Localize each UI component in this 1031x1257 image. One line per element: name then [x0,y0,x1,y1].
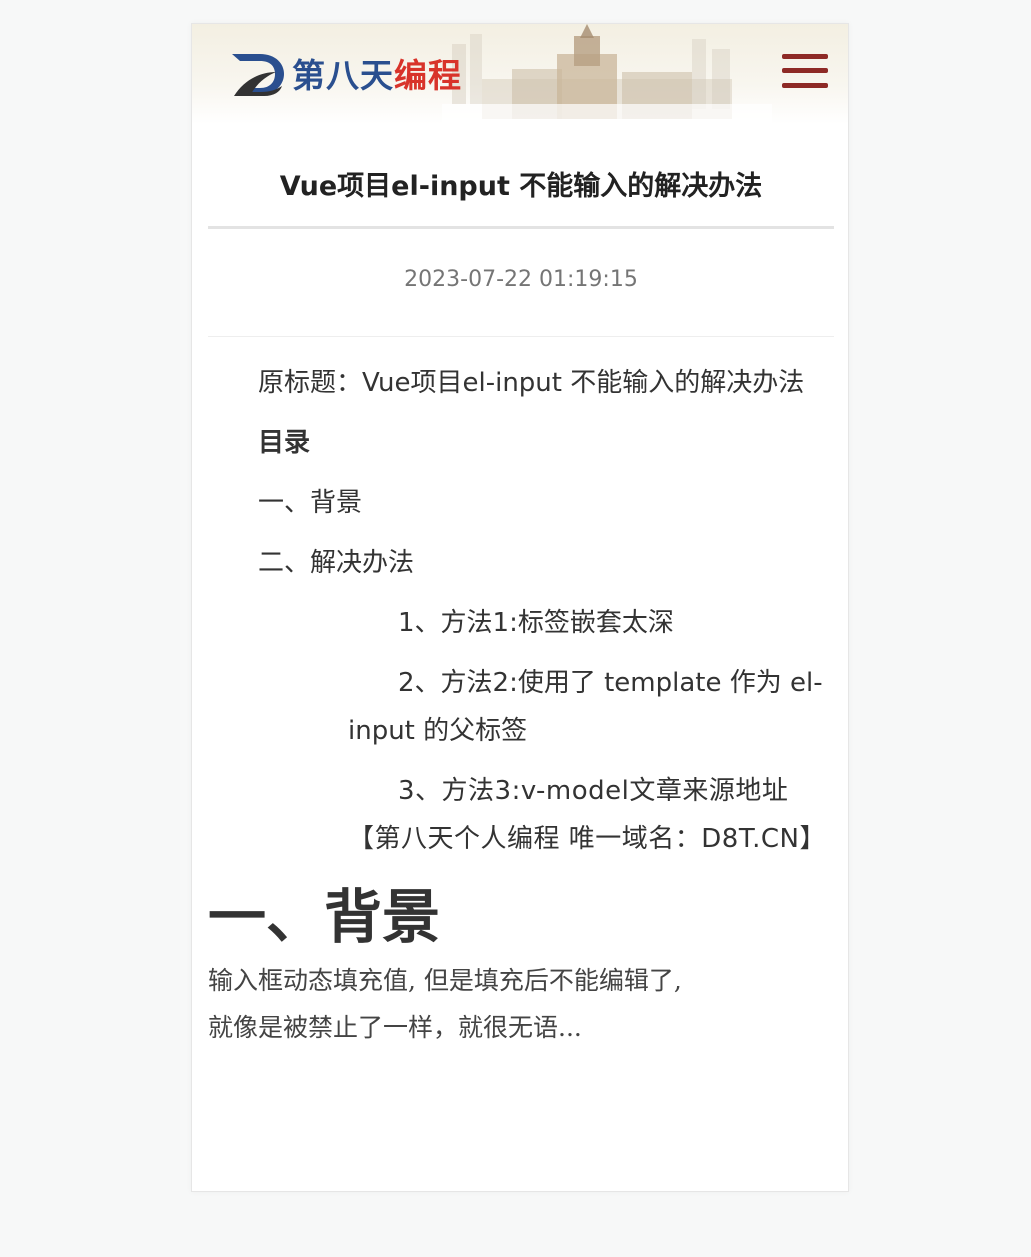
logo-text-accent: 编程 [394,55,462,95]
article-card: 第八天编程 Vue项目el-input 不能输入的解决办法 2023-07-22… [191,23,849,1192]
site-header: 第八天编程 [192,24,848,124]
toc-item-solutions[interactable]: 二、解决办法 [208,539,834,587]
article-title: Vue项目el-input 不能输入的解决办法 [279,171,763,202]
toc-heading: 目录 [258,428,311,458]
original-title-paragraph: 原标题：Vue项目el-input 不能输入的解决办法 [258,368,805,398]
section-heading: 一、背景 [208,883,441,951]
logo-text-primary: 第八天 [292,55,394,95]
article-body: 原标题：Vue项目el-input 不能输入的解决办法 目录 一、背景 二、解决… [208,359,834,1051]
toc-subitem-method-2[interactable]: 2、方法2:使用了 template 作为 el-input 的父标签 [348,659,834,755]
site-logo[interactable]: 第八天编程 [230,50,462,100]
hamburger-menu-icon[interactable] [782,54,828,88]
toc-item-background[interactable]: 一、背景 [208,479,834,527]
logo-d-icon [232,54,284,96]
toc-subitem-method-1[interactable]: 1、方法1:标签嵌套太深 [348,599,834,647]
skyline-banner-image [442,24,772,124]
toc-subitem-method-3[interactable]: 3、方法3:v-model文章来源地址【第八天个人编程 唯一域名：D8T.CN】 [348,767,834,863]
section-line: 就像是被禁止了一样，就很无语... [208,1013,582,1042]
title-divider [208,226,834,229]
date-divider [208,336,834,337]
article-date: 2023-07-22 01:19:15 [404,267,638,292]
section-line: 输入框动态填充值, 但是填充后不能编辑了, [208,966,682,995]
